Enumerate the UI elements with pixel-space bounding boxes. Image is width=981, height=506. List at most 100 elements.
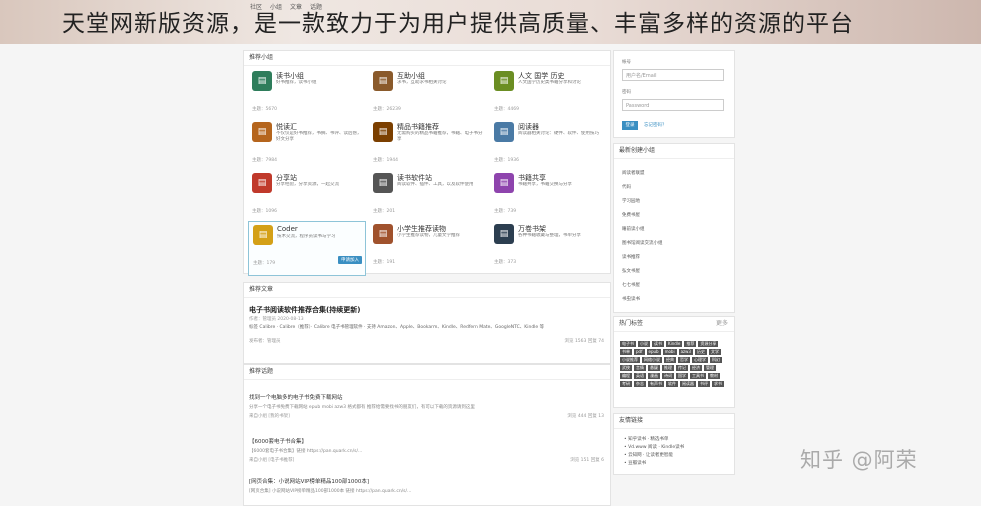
tag-chip[interactable]: 漫画 <box>648 373 660 379</box>
recent-group-item[interactable]: 免费书屋 <box>622 212 640 218</box>
friend-link[interactable]: 知乎读书 · 精选书单 <box>624 436 668 442</box>
tag-chip[interactable]: 网络小说 <box>642 357 662 363</box>
tag-chip[interactable]: 小说推荐 <box>620 357 640 363</box>
recent-group-item[interactable]: 图书馆阅读交流小组 <box>622 240 663 246</box>
tag-chip[interactable]: 有声书 <box>648 381 664 387</box>
friend-link[interactable]: 豆瓣读书 <box>624 460 646 466</box>
tag-chip[interactable]: 诗词 <box>662 373 674 379</box>
recent-group-item[interactable]: 七七书屋 <box>622 282 640 288</box>
panel-header: 最新创建小组 <box>614 144 734 159</box>
join-button[interactable]: 申请加入 <box>338 256 362 264</box>
group-card[interactable]: ▤ 万卷书架 各种书籍收藏与整理，书单分享 主题：373 <box>490 221 606 274</box>
topic-title[interactable]: [网页合集：小说网站VIP榜单精品100部1000本] <box>249 477 604 485</box>
topic-group[interactable]: 来自小组 [我的书架] <box>249 413 290 419</box>
tag-chip[interactable]: 编程 <box>620 373 632 379</box>
article-author[interactable]: 发布者：管理员 <box>249 338 281 344</box>
tag-chip[interactable]: 管理 <box>704 365 716 371</box>
forgot-password-link[interactable]: 忘记密码？ <box>644 122 667 128</box>
group-card[interactable]: ▤ 互助小组 求书，互助求书相关讨论 主题：26239 <box>369 68 485 121</box>
group-card[interactable]: ▤ 悦读汇 不仅仅是好书推荐，书摘、书评、读后感，好文分享 主题：7984 <box>248 119 364 172</box>
group-card[interactable]: ▤ 读书小组 好书推荐，读书小组 主题：5670 <box>248 68 364 121</box>
password-input[interactable]: Password <box>622 99 724 111</box>
tag-chip[interactable]: 英语 <box>634 373 646 379</box>
login-panel: 帐号 用户名/Email 密码 Password 登录 忘记密码？ <box>613 50 735 138</box>
article-title[interactable]: 电子书阅读软件推荐合集(持续更新) <box>249 305 360 315</box>
tag-chip[interactable]: 推理 <box>662 365 674 371</box>
group-desc: 人文国学历史类书籍分享和讨论 <box>518 80 581 85</box>
book-icon: ▤ <box>252 71 272 91</box>
recent-group-item[interactable]: 学习园地 <box>622 198 640 204</box>
topic-group[interactable]: 来自小组 [电子书推荐] <box>249 457 294 463</box>
tag-chip[interactable]: pdf <box>634 349 645 355</box>
login-button[interactable]: 登录 <box>622 121 638 130</box>
group-card[interactable]: ▤ 读书软件站 阅读软件、插件、工具，以及软件使用 主题：201 <box>369 170 485 223</box>
friend-link[interactable]: 云知网 · 让读者更智能 <box>624 452 673 458</box>
topic-title[interactable]: 找到一个电脑多的电子书免费下载网站 <box>249 393 604 401</box>
tag-chip[interactable]: 求书 <box>712 381 724 387</box>
more-link[interactable]: 更多 <box>716 317 728 331</box>
tag-chip[interactable]: epub <box>646 349 661 355</box>
tag-chip[interactable]: azw3 <box>678 349 693 355</box>
group-desc: 阅读软件、插件、工具，以及软件使用 <box>397 182 474 187</box>
tag-chip[interactable]: 读书 <box>652 341 664 347</box>
tag-chip[interactable]: 悬疑 <box>648 365 660 371</box>
tag-chip[interactable]: 科幻 <box>710 357 722 363</box>
tag-chip[interactable]: 电子书 <box>620 341 636 347</box>
tag-chip[interactable]: 小说 <box>638 341 650 347</box>
topic-item[interactable]: [网页合集：小说网站VIP榜单精品100部1000本] [网页合集] 小说网站V… <box>249 477 604 494</box>
reader-device-icon: ▤ <box>494 122 514 142</box>
group-card[interactable]: ▤ 小学生推荐读物 小学生推荐读物，儿童文学推荐 主题：191 <box>369 221 485 274</box>
password-label: 密码 <box>622 90 631 95</box>
tag-chip[interactable]: Kindle <box>666 341 683 347</box>
group-card[interactable]: ▤ 精品书籍推荐 无需购买的精品书籍推荐，书籍、电子书分享 主题：1944 <box>369 119 485 172</box>
tag-chip[interactable]: 传记 <box>676 365 688 371</box>
recent-group-item[interactable]: 读书推荐 <box>622 254 640 260</box>
tag-chip[interactable]: 考研 <box>620 381 632 387</box>
recent-group-item[interactable]: 书虫读书 <box>622 296 640 302</box>
group-name[interactable]: Coder <box>277 225 298 233</box>
tag-chip[interactable]: 推荐 <box>684 341 697 347</box>
group-footer: 主题：1944 <box>373 157 483 163</box>
tag-chip[interactable]: 国学 <box>676 373 688 379</box>
history-icon: ▤ <box>494 71 514 91</box>
recent-group-item[interactable]: 阅读者联盟 <box>622 170 645 176</box>
tag-chip[interactable]: 言情 <box>634 365 646 371</box>
group-card[interactable]: ▤ 书籍共享 书籍共享，书籍交换与分享 主题：739 <box>490 170 606 223</box>
group-stats: 主题：179 <box>253 261 276 266</box>
tag-chip[interactable]: 资源分享 <box>698 341 719 347</box>
tag-chip[interactable]: 武侠 <box>620 365 632 371</box>
tag-chip[interactable]: mobi <box>662 349 677 355</box>
tag-chip[interactable]: 经典 <box>664 357 676 363</box>
group-desc: 小学生推荐读物，儿童文学推荐 <box>397 233 460 238</box>
group-footer: 主题：201 <box>373 208 483 214</box>
topic-item[interactable]: 找到一个电脑多的电子书免费下载网站 分享一个电子书免费下载网站 epub mob… <box>249 393 604 419</box>
group-card[interactable]: ▤ 阅读器 阅读器相关讨论：硬件、软件、使用技巧 主题：1936 <box>490 119 606 172</box>
tag-chip[interactable]: 教材 <box>708 373 720 379</box>
account-input[interactable]: 用户名/Email <box>622 69 724 81</box>
group-card[interactable]: ▤ 人文 国学 历史 人文国学历史类书籍分享和讨论 主题：4469 <box>490 68 606 121</box>
tag-chip[interactable]: 经济 <box>690 365 702 371</box>
group-card[interactable]: ▤ 分享站 分享经验，分享资源，一起交流 主题：1096 <box>248 170 364 223</box>
friend-link[interactable]: Vd.www 阅读 · Kindle读书 <box>624 444 684 450</box>
tag-chip[interactable]: 文学 <box>708 349 721 355</box>
tag-chip[interactable]: 软件 <box>666 381 678 387</box>
group-desc: 各种书籍收藏与整理，书单分享 <box>518 233 581 238</box>
tag-chip[interactable]: 阅读器 <box>680 381 696 387</box>
topic-item[interactable]: 【6000套电子书合集】 【6000套电子书合集】链接 https://pan.… <box>249 437 604 463</box>
recent-group-item[interactable]: 代码 <box>622 184 631 190</box>
tag-chip[interactable]: 书评 <box>698 381 710 387</box>
group-desc: 分享经验，分享资源，一起交流 <box>276 182 339 187</box>
group-footer: 主题：739 <box>494 208 604 214</box>
tag-chip[interactable]: 书单 <box>620 349 632 355</box>
recent-group-item[interactable]: 弘文书屋 <box>622 268 640 274</box>
tag-chip[interactable]: 杂志 <box>634 381 646 387</box>
group-desc: 书籍共享，书籍交换与分享 <box>518 182 572 187</box>
tag-chip[interactable]: 工具书 <box>690 373 706 379</box>
topic-title[interactable]: 【6000套电子书合集】 <box>249 437 604 445</box>
tag-chip[interactable]: 历史 <box>694 349 707 355</box>
tag-chip[interactable]: 哲学 <box>678 357 690 363</box>
help-icon: ▤ <box>373 71 393 91</box>
group-card[interactable]: ▤ Coder 技术交流，程序员读书与学习 主题：179 申请加入 <box>248 221 366 276</box>
recent-group-item[interactable]: 睡前读小组 <box>622 226 645 232</box>
tag-chip[interactable]: 心理学 <box>692 357 708 363</box>
